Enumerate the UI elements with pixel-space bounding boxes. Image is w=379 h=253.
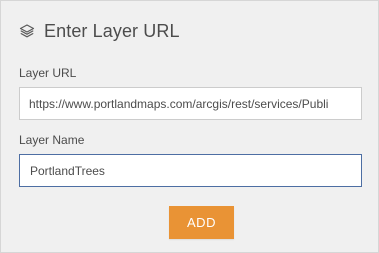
panel-header: Enter Layer URL — [18, 18, 180, 44]
panel-title: Enter Layer URL — [44, 20, 180, 41]
layer-url-label: Layer URL — [19, 66, 77, 80]
add-button[interactable]: ADD — [169, 206, 234, 239]
layer-url-input[interactable] — [19, 87, 362, 120]
layer-name-label: Layer Name — [19, 133, 85, 147]
add-layer-panel: Enter Layer URL Layer URL Layer Name ADD — [0, 0, 379, 253]
layer-name-input[interactable] — [19, 154, 362, 187]
layers-icon — [18, 22, 36, 40]
